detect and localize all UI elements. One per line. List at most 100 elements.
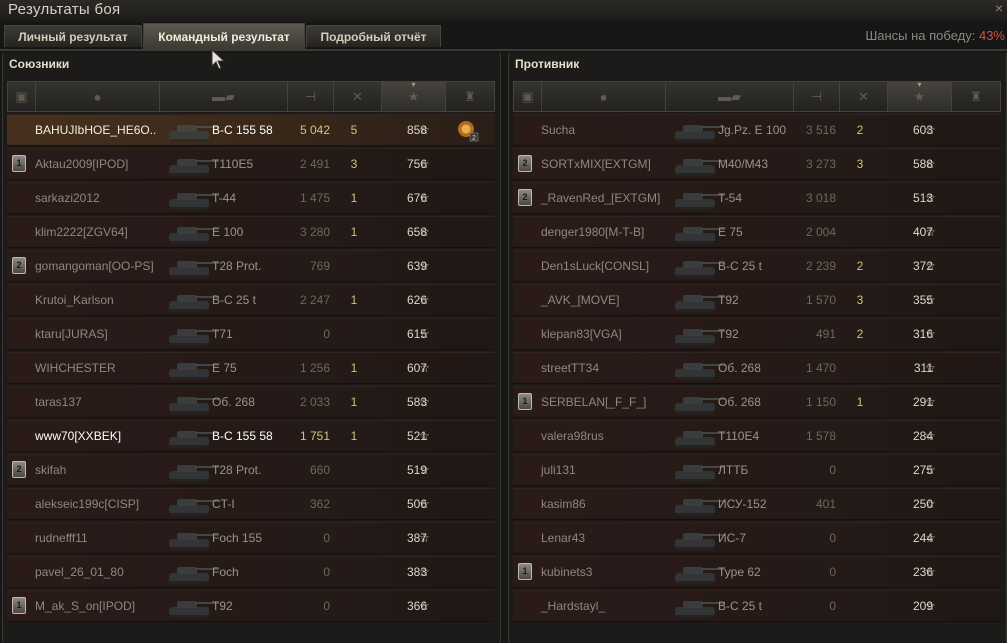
player-row[interactable]: 1 kubinets3 Type 62 0 236 ☆ xyxy=(513,556,1001,588)
player-row[interactable]: 1 Aktau2009[IPOD] T110E5 2 491 3 756 ☆ xyxy=(7,148,495,180)
player-name: SORTxMIX[EXTGM] xyxy=(541,157,651,171)
player-row[interactable]: streetTT34 Об. 268 1 470 311 ☆ xyxy=(513,352,1001,384)
player-row[interactable]: BAHUJIbHOE_HE6O.. B-C 155 58 5 042 5 858 ☆ 2 xyxy=(7,114,495,146)
close-icon[interactable]: × xyxy=(995,0,1003,16)
col-xp[interactable]: ▾ ★ xyxy=(382,80,446,111)
player-name: klepan83[VGA] xyxy=(541,327,622,341)
player-row[interactable]: sarkazi2012 T-44 1 475 1 676 ☆ xyxy=(7,182,495,214)
platoon-badge-icon: 1 xyxy=(12,597,26,614)
xp-star-icon: ☆ xyxy=(925,531,936,545)
col-platoon[interactable]: ▣ xyxy=(8,82,36,111)
player-row[interactable]: denger1980[M-T-B] E 75 2 004 407 ☆ xyxy=(513,216,1001,248)
player-row[interactable]: _AVK_[MOVE] T92 1 570 3 355 ☆ xyxy=(513,284,1001,316)
player-name: M_ak_S_on[IPOD] xyxy=(35,599,136,613)
player-row[interactable]: ktaru[JURAS] T71 0 615 ☆ xyxy=(7,318,495,350)
xp-star-icon: ☆ xyxy=(925,123,936,137)
player-name: _RavenRed_[EXTGM] xyxy=(541,191,661,205)
col-vehicle[interactable]: ▬▰ xyxy=(666,82,794,111)
vehicle-name: B-C 155 58 xyxy=(212,123,273,137)
player-row[interactable]: alekseic199c[CISP] CT-I 362 506 ☆ xyxy=(7,488,495,520)
player-row[interactable]: valera98rus T110E4 1 578 284 ☆ xyxy=(513,420,1001,452)
col-medal[interactable]: ♜ xyxy=(446,82,494,111)
damage-value: 0 xyxy=(323,565,330,579)
xp-star-icon: ☆ xyxy=(419,361,430,375)
player-row[interactable]: pavel_26_01_80 Foch 0 383 ☆ xyxy=(7,556,495,588)
enemies-title: Противник xyxy=(515,57,580,71)
damage-value: 660 xyxy=(309,463,330,477)
player-name: www70[XXBEK] xyxy=(35,429,122,443)
frags-value: 3 xyxy=(856,293,864,307)
col-damage[interactable]: ⊣ xyxy=(288,82,334,111)
player-row[interactable]: taras137 Об. 268 2 033 1 583 ☆ xyxy=(7,386,495,418)
player-row[interactable]: 2 gomangoman[OO-PS] T28 Prot. 769 639 ☆ xyxy=(7,250,495,282)
player-name: ktaru[JURAS] xyxy=(35,327,108,341)
col-platoon[interactable]: ▣ xyxy=(514,82,542,111)
xp-star-icon: ☆ xyxy=(419,531,430,545)
tank-icon: ▬▰ xyxy=(212,88,235,104)
tab-team-result[interactable]: Командный результат xyxy=(143,23,305,49)
player-row[interactable]: kasim86 ИСУ-152 401 250 ☆ xyxy=(513,488,1001,520)
player-name: Krutoi_Karlson xyxy=(35,293,114,307)
vehicle-name: E 75 xyxy=(718,225,743,239)
tab-detailed-report[interactable]: Подробный отчёт xyxy=(306,25,441,47)
player-row[interactable]: 2 skifah T28 Prot. 660 519 ☆ xyxy=(7,454,495,486)
player-row[interactable]: Lenar43 ИС-7 0 244 ☆ xyxy=(513,522,1001,554)
player-row[interactable]: WIHCHESTER E 75 1 256 1 607 ☆ xyxy=(7,352,495,384)
col-damage[interactable]: ⊣ xyxy=(794,82,840,111)
player-row[interactable]: 2 SORTxMIX[EXTGM] M40/M43 3 273 3 588 ☆ xyxy=(513,148,1001,180)
vehicle-name: B-C 25 t xyxy=(212,293,257,307)
xp-star-icon: ☆ xyxy=(419,395,430,409)
frags-value: 5 xyxy=(350,123,358,137)
damage-value: 0 xyxy=(323,599,330,613)
medal-icon[interactable]: 2 xyxy=(455,118,479,142)
col-player[interactable]: ● xyxy=(36,82,160,111)
player-row[interactable]: Sucha Jg.Pz. E 100 3 516 2 603 ☆ xyxy=(513,114,1001,146)
player-row[interactable]: juli131 ЛТТБ 0 275 ☆ xyxy=(513,454,1001,486)
frags-value: 1 xyxy=(856,395,864,409)
player-name: Lenar43 xyxy=(541,531,586,545)
frags-icon: ✕ xyxy=(858,88,869,104)
player-row[interactable]: 2 _RavenRed_[EXTGM] T-54 3 018 513 ☆ xyxy=(513,182,1001,214)
platoon-badge-icon: 1 xyxy=(518,563,532,580)
damage-value: 0 xyxy=(323,327,330,341)
player-row[interactable]: rudnefff11 Foch 155 0 387 ☆ xyxy=(7,522,495,554)
damage-value: 1 475 xyxy=(299,191,330,205)
vehicle-name: B-C 25 t xyxy=(718,259,763,273)
player-row[interactable]: Den1sLuck[CONSL] B-C 25 t2 239 2 372 ☆ xyxy=(513,250,1001,282)
damage-value: 0 xyxy=(829,565,836,579)
player-row[interactable]: klepan83[VGA] T92 491 2 316 ☆ xyxy=(513,318,1001,350)
col-xp[interactable]: ▾ ★ xyxy=(888,80,952,111)
col-frags[interactable]: ✕ xyxy=(840,82,888,111)
player-name: _Hardstayl_ xyxy=(541,599,606,613)
platoon-badge-icon: 2 xyxy=(518,155,532,172)
damage-value: 0 xyxy=(829,599,836,613)
allies-list: BAHUJIbHOE_HE6O.. B-C 155 58 5 042 5 858 ☆ 2 1 A… xyxy=(7,114,495,624)
xp-star-icon: ☆ xyxy=(925,463,936,477)
damage-value: 3 280 xyxy=(299,225,330,239)
frags-value: 1 xyxy=(350,293,358,307)
damage-value: 1 578 xyxy=(805,429,836,443)
col-player[interactable]: ● xyxy=(542,82,666,111)
player-name: sarkazi2012 xyxy=(35,191,100,205)
tab-personal-result[interactable]: Личный результат xyxy=(4,25,142,47)
col-frags[interactable]: ✕ xyxy=(334,82,382,111)
player-row[interactable]: _Hardstayl_ B-C 25 t 0 209 ☆ xyxy=(513,590,1001,622)
player-row[interactable]: Krutoi_Karlson B-C 25 t2 247 1 626 ☆ xyxy=(7,284,495,316)
mouse-cursor-icon xyxy=(211,49,226,70)
player-name: taras137 xyxy=(35,395,82,409)
player-row[interactable]: 1 M_ak_S_on[IPOD] T92 0 366 ☆ xyxy=(7,590,495,622)
damage-value: 3 018 xyxy=(805,191,836,205)
damage-value: 769 xyxy=(309,259,330,273)
enemies-panel: Противник ▣ ● ▬▰ ⊣ ✕ ▾ ★ ♜ Sucha Jg.Pz. E … xyxy=(508,53,1007,643)
player-row[interactable]: klim2222[ZGV64] E 100 3 280 1 658 ☆ xyxy=(7,216,495,248)
platoon-badge-icon: 1 xyxy=(12,155,26,172)
damage-value: 1 751 xyxy=(299,429,330,443)
win-chance-label: Шансы на победу: xyxy=(865,28,976,43)
col-medal[interactable]: ♜ xyxy=(952,82,1000,111)
player-row[interactable]: www70[XXBEK] B-C 155 58 1 751 1 521 ☆ xyxy=(7,420,495,452)
xp-star-icon: ☆ xyxy=(419,157,430,171)
vehicle-name: E 75 xyxy=(212,361,237,375)
player-row[interactable]: 1 SERBELAN[_F_F_] Об. 268 1 150 1 291 ☆ xyxy=(513,386,1001,418)
vehicle-name: T92 xyxy=(718,293,739,307)
col-vehicle[interactable]: ▬▰ xyxy=(160,82,288,111)
